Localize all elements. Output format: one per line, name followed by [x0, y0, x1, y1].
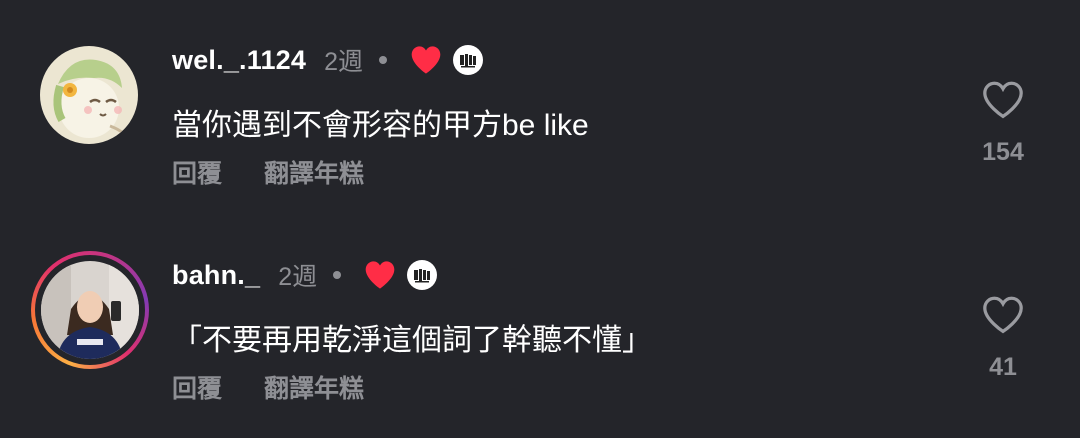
username[interactable]: bahn._ [172, 260, 260, 291]
comment-item: wel._.1124 2週 當你遇到不會形容的甲方be like 回覆 翻譯年糕… [0, 30, 1080, 210]
heart-icon [365, 261, 395, 289]
comment-actions: 回覆 翻譯年糕 [172, 369, 364, 405]
comment-item: bahn._ 2週 「不要再用乾淨這個詞了幹聽不懂」 回覆 翻譯年糕 41 [0, 245, 1080, 425]
translate-button[interactable]: 翻譯年糕 [264, 369, 364, 405]
avatar-image [40, 46, 138, 144]
creator-avatar [453, 45, 484, 75]
comment-actions: 回覆 翻譯年糕 [172, 154, 364, 190]
translate-button[interactable]: 翻譯年糕 [264, 154, 364, 190]
creator-logo-icon [414, 269, 431, 283]
separator-dot [379, 56, 388, 64]
heart-icon [411, 46, 441, 74]
heart-outline-icon[interactable] [981, 295, 1025, 335]
creator-avatar [407, 260, 438, 290]
username[interactable]: wel._.1124 [172, 45, 306, 76]
like-count: 154 [982, 138, 1024, 166]
separator-dot [333, 271, 342, 279]
avatar[interactable] [40, 46, 138, 144]
comment-text: 「不要再用乾淨這個詞了幹聽不懂」 [172, 324, 652, 357]
comment-meta: bahn._ 2週 [172, 257, 438, 293]
reply-button[interactable]: 回覆 [172, 369, 222, 405]
avatar-image [41, 261, 139, 359]
heart-outline-icon[interactable] [981, 80, 1025, 120]
comment-meta: wel._.1124 2週 [172, 42, 484, 78]
comment-time: 2週 [324, 48, 364, 76]
story-ring[interactable] [31, 251, 149, 369]
comment-text: 當你遇到不會形容的甲方be like [172, 109, 589, 142]
reply-button[interactable]: 回覆 [172, 154, 222, 190]
comment-time: 2週 [278, 263, 318, 291]
avatar[interactable] [41, 261, 139, 359]
like-column: 154 [968, 80, 1038, 167]
like-column: 41 [968, 295, 1038, 382]
like-count: 41 [989, 353, 1017, 381]
creator-logo-icon [460, 54, 477, 68]
